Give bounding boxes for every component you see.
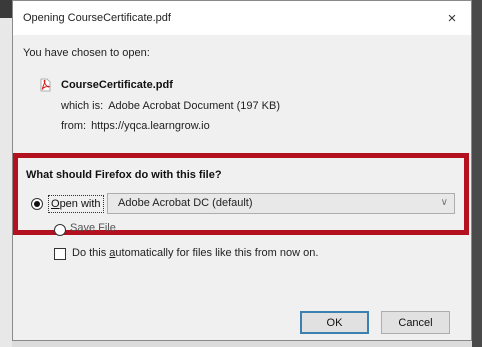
- open-with-text: pen with: [59, 198, 101, 210]
- application-dropdown[interactable]: Adobe Acrobat DC (default) ∨: [107, 193, 455, 214]
- download-dialog: Opening CourseCertificate.pdf × You have…: [12, 0, 472, 341]
- file-name: CourseCertificate.pdf: [61, 79, 173, 91]
- from-label: from:: [61, 120, 87, 132]
- which-label: which is:: [61, 100, 104, 112]
- background-right-strip: [472, 0, 482, 347]
- save-file-radio[interactable]: [54, 224, 66, 236]
- save-file-label[interactable]: Save File: [70, 222, 116, 234]
- ok-button[interactable]: OK: [300, 311, 369, 334]
- dialog-title: Opening CourseCertificate.pdf: [23, 12, 171, 24]
- background-corner: [0, 0, 12, 18]
- chosen-label: You have chosen to open:: [23, 47, 150, 59]
- application-dropdown-value: Adobe Acrobat DC (default): [118, 197, 253, 209]
- file-source-row: from: https://yqca.learngrow.io: [61, 120, 210, 132]
- auto-action-checkbox[interactable]: [54, 248, 66, 260]
- chevron-down-icon: ∨: [440, 197, 448, 208]
- background-left-strip: [0, 0, 12, 347]
- auto-label-before: Do this: [72, 247, 110, 259]
- close-button[interactable]: ×: [441, 7, 463, 29]
- pdf-file-icon: [40, 78, 51, 92]
- open-with-radio[interactable]: [31, 198, 43, 210]
- auto-label-after: utomatically for files like this from no…: [115, 247, 319, 259]
- file-source-value: https://yqca.learngrow.io: [91, 120, 210, 132]
- action-question: What should Firefox do with this file?: [26, 169, 222, 181]
- file-type-row: which is: Adobe Acrobat Document (197 KB): [61, 100, 280, 112]
- file-type-value: Adobe Acrobat Document (197 KB): [108, 100, 281, 112]
- cancel-button[interactable]: Cancel: [381, 311, 450, 334]
- close-icon: ×: [447, 9, 457, 27]
- dialog-body: You have chosen to open: CourseCertifica…: [13, 35, 471, 340]
- auto-action-label[interactable]: Do this automatically for files like thi…: [72, 247, 318, 259]
- open-with-label[interactable]: Open with: [48, 195, 104, 213]
- title-bar: Opening CourseCertificate.pdf ×: [13, 1, 471, 35]
- open-with-accesskey: O: [51, 198, 60, 210]
